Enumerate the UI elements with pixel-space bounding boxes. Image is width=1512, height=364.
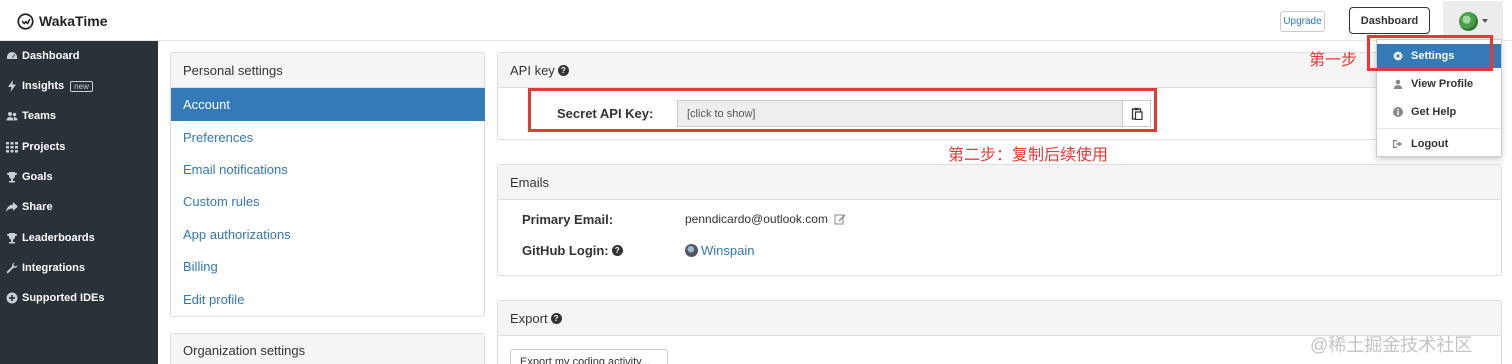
- new-badge: new: [70, 80, 93, 92]
- dropdown-get-help[interactable]: Get Help: [1377, 100, 1501, 124]
- personal-settings-heading: Personal settings: [171, 53, 484, 88]
- sidebar-item-label: Dashboard: [22, 50, 80, 62]
- sidebar-item-supported-ides[interactable]: Supported IDEs: [6, 288, 105, 308]
- sidebar-item-share[interactable]: Share: [6, 197, 53, 217]
- wakatime-logo-icon: [17, 12, 34, 30]
- top-header: WakaTime Upgrade Dashboard: [0, 0, 1512, 41]
- sidebar-item-label: Goals: [22, 171, 53, 183]
- annotation-box-settings: [1367, 35, 1493, 71]
- sidebar-item-label: Leaderboards: [22, 232, 95, 244]
- dashboard-icon: [7, 52, 17, 59]
- export-title: Export: [510, 310, 548, 326]
- organization-settings-panel: Organization settings: [170, 333, 485, 364]
- github-login-text: GitHub Login:: [522, 243, 609, 258]
- dropdown-item-label: Logout: [1411, 138, 1449, 150]
- sidebar-item-label: Insights: [22, 80, 65, 92]
- avatar: [1458, 11, 1478, 31]
- emails-panel: Emails: [497, 164, 1502, 276]
- sidebar-item-label: Projects: [22, 141, 66, 153]
- sidebar-item-integrations[interactable]: Integrations: [6, 258, 85, 278]
- dropdown-divider: [1377, 128, 1501, 129]
- annotation-step-1: 第一步: [1309, 52, 1358, 69]
- trophy-icon: [6, 172, 18, 183]
- dropdown-item-label: Get Help: [1411, 106, 1457, 118]
- sidebar-item-goals[interactable]: Goals: [6, 167, 53, 187]
- dropdown-logout[interactable]: Logout: [1377, 132, 1501, 156]
- grid-icon: [6, 142, 18, 153]
- dashboard-button[interactable]: Dashboard: [1349, 7, 1430, 34]
- settings-menu-preferences[interactable]: Preferences: [183, 130, 253, 145]
- edit-icon[interactable]: [834, 213, 846, 225]
- upgrade-button[interactable]: Upgrade: [1280, 11, 1325, 32]
- help-icon[interactable]: ?: [557, 64, 569, 76]
- wrench-icon: [6, 262, 18, 274]
- api-key-title: API key: [510, 62, 555, 78]
- sidebar: Dashboard Insights new Teams Projects Go…: [0, 41, 158, 364]
- annotation-box-api-key: [528, 88, 1157, 132]
- settings-menu-custom-rules[interactable]: Custom rules: [183, 194, 260, 209]
- watermark: @稀土掘金技术社区: [1310, 335, 1473, 355]
- export-coding-activity-button[interactable]: Export my coding activity...: [510, 349, 668, 364]
- help-icon[interactable]: ?: [550, 312, 562, 324]
- user-icon: [1393, 79, 1403, 89]
- personal-settings-panel: Personal settings Account Preferences Em…: [170, 52, 485, 317]
- github-username-link[interactable]: Winspain: [701, 243, 754, 258]
- share-icon: [6, 202, 18, 212]
- emails-heading: Emails: [498, 165, 1501, 200]
- dropdown-item-label: View Profile: [1411, 78, 1474, 90]
- caret-down-icon: [1481, 19, 1488, 23]
- settings-menu-email-notifications[interactable]: Email notifications: [183, 162, 288, 177]
- sidebar-item-teams[interactable]: Teams: [6, 106, 56, 126]
- plus-circle-icon: [6, 292, 18, 304]
- annotation-step-2: 第二步：复制后续使用: [948, 147, 1109, 164]
- sidebar-item-label: Teams: [22, 110, 57, 122]
- sidebar-item-dashboard[interactable]: Dashboard: [6, 46, 79, 66]
- app-name: WakaTime: [39, 13, 108, 29]
- settings-menu-account[interactable]: Account: [171, 88, 485, 121]
- github-login-label: GitHub Login: ?: [522, 243, 623, 258]
- sidebar-item-label: Integrations: [22, 262, 85, 274]
- settings-menu-billing[interactable]: Billing: [183, 259, 218, 274]
- sidebar-item-insights[interactable]: Insights new: [6, 76, 93, 96]
- primary-email-label: Primary Email:: [522, 212, 614, 227]
- github-login-value[interactable]: Winspain: [685, 243, 754, 258]
- settings-menu-edit-profile[interactable]: Edit profile: [183, 292, 244, 307]
- dropdown-view-profile[interactable]: View Profile: [1377, 72, 1501, 96]
- trophy-icon: [6, 233, 18, 244]
- github-avatar: [685, 244, 698, 257]
- help-icon[interactable]: ?: [611, 245, 623, 256]
- sidebar-item-label: Share: [22, 201, 53, 213]
- sidebar-item-label: Supported IDEs: [22, 292, 105, 304]
- primary-email-value: penndicardo@outlook.com: [685, 212, 846, 226]
- sidebar-item-leaderboards[interactable]: Leaderboards: [6, 228, 95, 248]
- bolt-icon: [8, 80, 16, 92]
- app-logo[interactable]: WakaTime: [17, 11, 107, 31]
- primary-email-text: penndicardo@outlook.com: [685, 212, 828, 226]
- users-icon: [6, 112, 18, 121]
- sign-out-icon: [1393, 140, 1403, 148]
- settings-menu-app-authorizations[interactable]: App authorizations: [183, 227, 291, 242]
- info-circle-icon: [1393, 107, 1403, 117]
- organization-settings-heading: Organization settings: [171, 334, 484, 364]
- sidebar-item-projects[interactable]: Projects: [6, 137, 65, 157]
